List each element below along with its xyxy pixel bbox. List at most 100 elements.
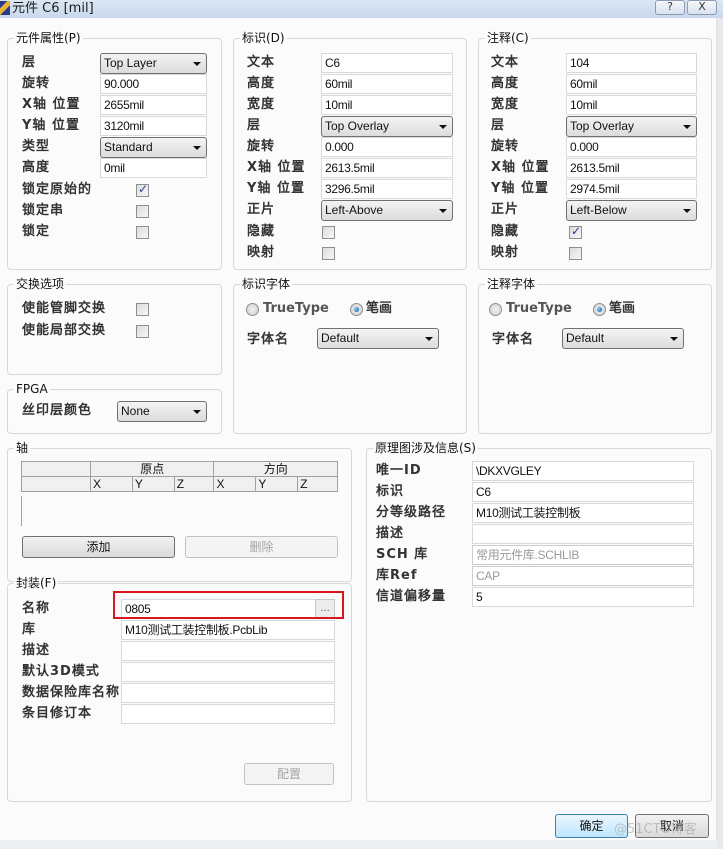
group-title: 轴	[14, 440, 31, 456]
axis-column-origin-y[interactable]: Y	[131, 476, 175, 492]
channel-offset-label: 信道偏移量	[376, 589, 447, 604]
axis-table-body[interactable]	[21, 496, 22, 526]
rotation-field[interactable]: 90.000	[100, 74, 207, 94]
layer-label: 层	[22, 55, 37, 70]
comment-font-name-select[interactable]: Default	[562, 328, 684, 349]
dialog-client: 元件属性(P) 层 Top Layer 旋转 90.000 X轴 位置 2655…	[0, 18, 717, 840]
comment-autoposition-select[interactable]: Left-Below	[566, 200, 697, 221]
type-label: 类型	[22, 139, 51, 154]
height-field[interactable]: 0mil	[100, 158, 207, 178]
add-axis-button[interactable]: 添加	[22, 536, 175, 558]
axis-header-row: 原点 方向	[21, 461, 338, 477]
select-value: Default	[321, 331, 360, 345]
dropdown-arrow-icon	[439, 209, 447, 213]
designator-autoposition-select[interactable]: Left-Above	[321, 200, 453, 221]
library-ref-field: CAP	[472, 566, 694, 586]
vault-library-name-label: 数据保险库名称	[22, 685, 121, 700]
y-location-field[interactable]: 3120mil	[100, 116, 207, 136]
silkscreen-color-select[interactable]: None	[117, 401, 207, 422]
unique-id-field[interactable]: \DKXVGLEY	[472, 461, 694, 481]
designator-text-field[interactable]: C6	[321, 53, 453, 73]
designator-rotation-field[interactable]: 0.000	[321, 137, 453, 157]
sch-library-label: SCH 库	[376, 547, 429, 562]
x-location-label: X轴 位置	[22, 97, 81, 112]
axis-column-direction-z[interactable]: Z	[297, 476, 338, 492]
designator-x-label: X轴 位置	[247, 160, 306, 175]
group-title: FPGA	[14, 381, 50, 397]
comment-layer-label: 层	[491, 118, 506, 133]
enable-part-swaps-label: 使能局部交换	[22, 323, 107, 338]
footprint-description-field[interactable]	[121, 641, 335, 661]
comment-x-field[interactable]: 2613.5mil	[566, 158, 697, 178]
axis-column-direction-y[interactable]: Y	[255, 476, 299, 492]
footprint-library-field[interactable]: M10测试工装控制板.PcbLib	[121, 620, 335, 640]
help-button[interactable]: ?	[655, 0, 685, 15]
group-title: 注释字体	[485, 276, 538, 292]
lock-strings-checkbox[interactable]	[136, 205, 149, 218]
default-3d-model-label: 默认3D模式	[22, 664, 100, 679]
item-revision-field[interactable]	[121, 704, 335, 724]
comment-rotation-field[interactable]: 0.000	[566, 137, 697, 157]
select-value: Standard	[104, 140, 153, 154]
silkscreen-color-label: 丝印层颜色	[22, 403, 93, 418]
comment-layer-select[interactable]: Top Overlay	[566, 116, 697, 137]
axis-column-origin-x[interactable]: X	[90, 476, 133, 492]
x-location-field[interactable]: 2655mil	[100, 95, 207, 115]
comment-hide-checkbox[interactable]	[569, 224, 582, 239]
footprint-description-label: 描述	[22, 643, 51, 658]
comment-stroke-radio[interactable]	[593, 303, 606, 316]
item-revision-label: 条目修订本	[22, 706, 93, 721]
comment-mirror-checkbox[interactable]	[569, 247, 582, 260]
axis-column-direction-x[interactable]: X	[213, 476, 257, 492]
comment-x-label: X轴 位置	[491, 160, 550, 175]
channel-offset-field[interactable]: 5	[472, 587, 694, 607]
designator-font-name-select[interactable]: Default	[317, 328, 439, 349]
comment-y-field[interactable]: 2974.5mil	[566, 179, 697, 199]
designator-truetype-radio[interactable]	[246, 303, 259, 316]
designator-y-field[interactable]: 3296.5mil	[321, 179, 453, 199]
designator-hide-checkbox[interactable]	[322, 226, 335, 239]
dropdown-arrow-icon	[439, 125, 447, 129]
enable-pin-swaps-checkbox[interactable]	[136, 303, 149, 316]
dropdown-arrow-icon	[425, 337, 433, 341]
select-value: Default	[566, 331, 605, 345]
type-select[interactable]: Standard	[100, 137, 207, 158]
delete-axis-button: 删除	[185, 536, 338, 558]
close-button[interactable]: X	[687, 0, 717, 15]
designator-width-field[interactable]: 10mil	[321, 95, 453, 115]
designator-stroke-radio[interactable]	[350, 303, 363, 316]
comment-height-field[interactable]: 60mil	[566, 74, 697, 94]
axis-header-direction: 方向	[213, 461, 338, 477]
default-3d-model-field[interactable]	[121, 662, 335, 682]
footprint-library-label: 库	[22, 622, 37, 637]
designator-x-field[interactable]: 2613.5mil	[321, 158, 453, 178]
comment-rotation-label: 旋转	[491, 139, 520, 154]
designator-y-label: Y轴 位置	[247, 181, 305, 196]
axis-column-origin-z[interactable]: Z	[173, 476, 215, 492]
lock-primitives-checkbox[interactable]	[136, 182, 149, 197]
designator-layer-select[interactable]: Top Overlay	[321, 116, 453, 137]
dropdown-arrow-icon	[193, 62, 201, 66]
comment-mirror-label: 映射	[491, 245, 520, 260]
comment-y-label: Y轴 位置	[491, 181, 549, 196]
hierarchical-path-field[interactable]: M10测试工装控制板	[472, 503, 694, 523]
designator-width-label: 宽度	[247, 97, 276, 112]
comment-text-field[interactable]: 104	[566, 53, 697, 73]
enable-part-swaps-checkbox[interactable]	[136, 325, 149, 338]
designator-height-field[interactable]: 60mil	[321, 74, 453, 94]
designator-rotation-label: 旋转	[247, 139, 276, 154]
schematic-designator-field[interactable]: C6	[472, 482, 694, 502]
height-label: 高度	[22, 160, 51, 175]
designator-mirror-label: 映射	[247, 245, 276, 260]
schematic-description-field[interactable]	[472, 524, 694, 544]
layer-select[interactable]: Top Layer	[100, 53, 207, 74]
vault-library-name-field[interactable]	[121, 683, 335, 703]
dropdown-arrow-icon	[683, 209, 691, 213]
comment-text-label: 文本	[491, 55, 520, 70]
designator-mirror-checkbox[interactable]	[322, 247, 335, 260]
comment-truetype-label: TrueType	[506, 301, 572, 316]
comment-truetype-radio[interactable]	[489, 303, 502, 316]
locked-checkbox[interactable]	[136, 226, 149, 239]
comment-width-field[interactable]: 10mil	[566, 95, 697, 115]
comment-width-label: 宽度	[491, 97, 520, 112]
